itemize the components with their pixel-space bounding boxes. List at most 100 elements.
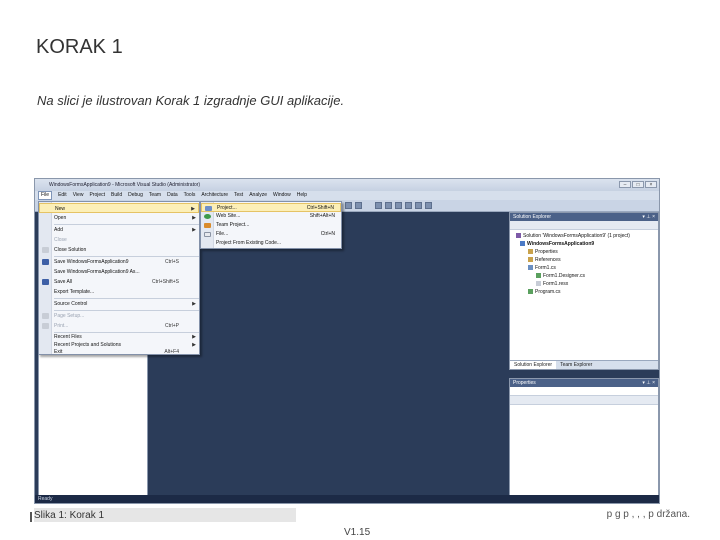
toolbar-button-icon[interactable] bbox=[425, 202, 432, 209]
menu-file[interactable]: File bbox=[38, 191, 53, 200]
panel-title: Properties bbox=[513, 380, 536, 386]
menu-item-open[interactable]: Open ▶ bbox=[39, 213, 199, 223]
menu-item-label: Close bbox=[54, 237, 67, 243]
menu-edit[interactable]: Edit bbox=[58, 191, 67, 200]
menu-item-export-template[interactable]: Export Template... bbox=[39, 287, 199, 297]
menu-item-label: Save WindowsFormsApplication9 As... bbox=[54, 269, 140, 275]
cs-file-icon bbox=[536, 273, 541, 278]
team-project-icon bbox=[204, 223, 211, 228]
tree-label: WindowsFormsApplication9 bbox=[527, 241, 595, 247]
project-icon bbox=[520, 241, 525, 246]
menu-test[interactable]: Test bbox=[234, 191, 243, 200]
save-icon bbox=[42, 259, 49, 265]
toolbar-button-icon[interactable] bbox=[355, 202, 362, 209]
menu-shortcut: Ctrl+N bbox=[320, 231, 335, 237]
submenu-arrow-icon: ▶ bbox=[192, 227, 196, 233]
toolbar-button-icon[interactable] bbox=[405, 202, 412, 209]
menu-view[interactable]: View bbox=[73, 191, 84, 200]
tab-solution-explorer[interactable]: Solution Explorer bbox=[510, 361, 557, 369]
visual-studio-screenshot: WindowsFormsApplication9 - Microsoft Vis… bbox=[34, 178, 660, 504]
menu-item-close-solution[interactable]: Close Solution bbox=[39, 245, 199, 255]
menu-build[interactable]: Build bbox=[111, 191, 122, 200]
menu-help[interactable]: Help bbox=[297, 191, 307, 200]
print-icon bbox=[42, 323, 49, 329]
tree-item[interactable]: Properties bbox=[528, 249, 558, 256]
menu-item-save-as[interactable]: Save WindowsFormsApplication9 As... bbox=[39, 267, 199, 277]
menu-item-save-all[interactable]: Save All Ctrl+Shift+S bbox=[39, 277, 199, 287]
toolbar-button-icon[interactable] bbox=[415, 202, 422, 209]
toolbar-button-icon[interactable] bbox=[385, 202, 392, 209]
toolbar-button-icon[interactable] bbox=[395, 202, 402, 209]
submenu-item-project[interactable]: Project... Ctrl+Shift+N bbox=[201, 203, 341, 212]
menu-item-label: Project From Existing Code... bbox=[216, 240, 282, 246]
menu-item-print[interactable]: Print... Ctrl+P bbox=[39, 321, 199, 331]
tree-label: References bbox=[535, 257, 561, 263]
web-site-icon bbox=[204, 214, 211, 219]
submenu-item-web-site[interactable]: Web Site... Shift+Alt+N bbox=[201, 212, 341, 221]
menu-item-label: Recent Files bbox=[54, 334, 82, 340]
menu-architecture[interactable]: Architecture bbox=[201, 191, 228, 200]
menu-item-page-setup[interactable]: Page Setup... bbox=[39, 311, 199, 321]
tree-item[interactable]: Form1.resx bbox=[536, 281, 568, 288]
menu-team[interactable]: Team bbox=[149, 191, 161, 200]
menu-shortcut: Ctrl+P bbox=[164, 323, 179, 329]
menu-item-label: Close Solution bbox=[54, 247, 87, 253]
pin-icon[interactable]: ▾ ⊥ × bbox=[642, 213, 655, 221]
pin-icon[interactable]: ▾ ⊥ × bbox=[642, 379, 655, 387]
tree-label: Form1.Designer.cs bbox=[543, 273, 585, 279]
new-file-icon bbox=[204, 232, 211, 237]
menu-item-label: Add bbox=[54, 227, 63, 233]
window-controls: – □ × bbox=[619, 181, 657, 188]
menu-item-label: Print... bbox=[54, 323, 69, 329]
resx-file-icon bbox=[536, 281, 541, 286]
properties-panel: Properties ▾ ⊥ × bbox=[509, 378, 659, 496]
menu-project[interactable]: Project bbox=[89, 191, 105, 200]
maximize-icon[interactable]: □ bbox=[632, 181, 644, 188]
menu-item-exit[interactable]: Exit Alt+F4 bbox=[39, 348, 199, 356]
menu-debug[interactable]: Debug bbox=[128, 191, 143, 200]
tree-item[interactable]: Form1.Designer.cs bbox=[536, 273, 585, 280]
submenu-item-file[interactable]: File... Ctrl+N bbox=[201, 230, 341, 239]
submenu-item-team-project[interactable]: Team Project... bbox=[201, 221, 341, 230]
menu-item-label: Save WindowsFormsApplication9 bbox=[54, 259, 129, 265]
form-icon bbox=[528, 265, 533, 270]
tree-item[interactable]: References bbox=[528, 257, 561, 264]
menu-item-label: Open bbox=[54, 215, 67, 221]
tree-label: Properties bbox=[535, 249, 558, 255]
menu-item-label: Web Site... bbox=[216, 213, 241, 219]
menu-item-label: Team Project... bbox=[216, 222, 250, 228]
menu-window[interactable]: Window bbox=[273, 191, 291, 200]
menu-item-close[interactable]: Close bbox=[39, 235, 199, 245]
minimize-icon[interactable]: – bbox=[619, 181, 631, 188]
menu-analyze[interactable]: Analyze bbox=[249, 191, 267, 200]
page-setup-icon bbox=[42, 313, 49, 319]
solution-icon bbox=[516, 233, 521, 238]
submenu-arrow-icon: ▶ bbox=[192, 301, 196, 307]
menu-data[interactable]: Data bbox=[167, 191, 178, 200]
footer-text: p g p , , , p držana. bbox=[606, 509, 690, 520]
new-submenu: Project... Ctrl+Shift+N Web Site... Shift+… bbox=[200, 201, 342, 249]
toolbar-button-icon[interactable] bbox=[375, 202, 382, 209]
tree-item[interactable]: Form1.cs bbox=[528, 265, 556, 272]
solution-explorer: Solution Explorer ▾ ⊥ × Solution 'Window… bbox=[509, 212, 659, 370]
tree-item[interactable]: Solution 'WindowsFormsApplication9' (1 p… bbox=[516, 233, 630, 240]
tree-label: Form1.resx bbox=[543, 281, 569, 287]
menu-item-source-control[interactable]: Source Control ▶ bbox=[39, 299, 199, 309]
toolbar-button-icon[interactable] bbox=[345, 202, 352, 209]
solution-explorer-header: Solution Explorer ▾ ⊥ × bbox=[510, 213, 658, 221]
close-icon[interactable]: × bbox=[645, 181, 657, 188]
menu-item-add[interactable]: Add ▶ bbox=[39, 225, 199, 235]
submenu-item-project-existing[interactable]: Project From Existing Code... bbox=[201, 239, 341, 248]
caption-marker bbox=[30, 512, 32, 522]
menu-item-recent-files[interactable]: Recent Files ▶ bbox=[39, 333, 199, 341]
menu-item-save[interactable]: Save WindowsFormsApplication9 Ctrl+S bbox=[39, 257, 199, 267]
tree-item[interactable]: WindowsFormsApplication9 bbox=[520, 241, 594, 248]
tree-item[interactable]: Program.cs bbox=[528, 289, 561, 296]
tab-team-explorer[interactable]: Team Explorer bbox=[556, 361, 596, 369]
menu-bar: File Edit View Project Build Debug Team … bbox=[35, 191, 659, 200]
menu-shortcut: Ctrl+Shift+S bbox=[152, 279, 179, 285]
menu-item-label: Page Setup... bbox=[54, 313, 85, 319]
menu-tools[interactable]: Tools bbox=[184, 191, 196, 200]
properties-object-combo[interactable] bbox=[510, 387, 658, 396]
menu-item-new[interactable]: New ▶ bbox=[39, 203, 199, 213]
